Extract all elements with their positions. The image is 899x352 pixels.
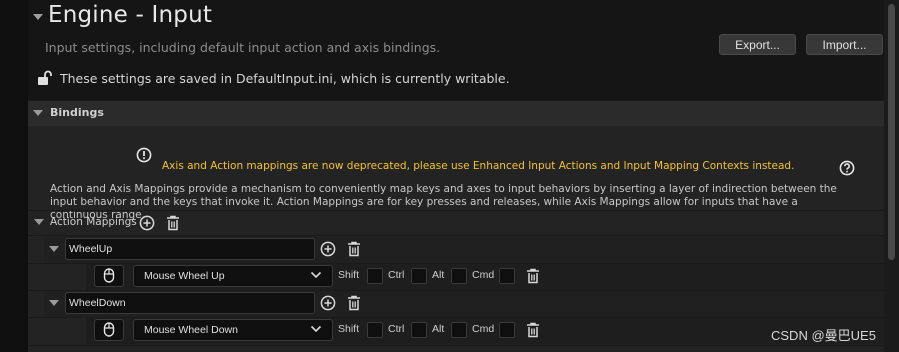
key-select-value: Mouse Wheel Down xyxy=(144,324,238,336)
warning-icon xyxy=(136,147,152,163)
mouse-icon xyxy=(103,322,115,337)
key-select-value: Mouse Wheel Up xyxy=(144,270,225,282)
action-name-input[interactable]: WheelDown xyxy=(65,292,315,314)
help-icon[interactable] xyxy=(839,160,855,176)
shift-checkbox[interactable] xyxy=(367,268,383,284)
delete-action-icon[interactable] xyxy=(347,295,361,311)
action-name-input[interactable]: WheelUp xyxy=(65,238,315,260)
ctrl-label: Ctrl xyxy=(388,323,405,335)
shift-checkbox[interactable] xyxy=(367,322,383,338)
add-key-icon[interactable] xyxy=(320,295,336,311)
delete-key-icon[interactable] xyxy=(526,322,540,338)
key-capture-button[interactable] xyxy=(94,319,124,341)
bindings-collapse-icon[interactable] xyxy=(33,110,43,116)
action-collapse-icon[interactable] xyxy=(49,246,59,252)
key-select[interactable]: Mouse Wheel Down xyxy=(133,319,333,341)
action-mappings-collapse-icon[interactable] xyxy=(34,219,44,225)
shift-label: Shift xyxy=(338,323,360,335)
alt-label: Alt xyxy=(432,323,445,335)
unlock-icon xyxy=(38,70,52,85)
ctrl-checkbox[interactable] xyxy=(411,322,427,338)
cmd-label: Cmd xyxy=(472,323,495,335)
alt-checkbox[interactable] xyxy=(451,268,467,284)
delete-all-mappings-icon[interactable] xyxy=(166,215,180,231)
action-collapse-icon[interactable] xyxy=(49,300,59,306)
deprecation-warning: Axis and Action mappings are now depreca… xyxy=(162,160,795,172)
bindings-section-header[interactable] xyxy=(28,100,884,127)
delete-key-icon[interactable] xyxy=(526,268,540,284)
cmd-checkbox[interactable] xyxy=(499,268,515,284)
add-key-icon[interactable] xyxy=(320,241,336,257)
alt-checkbox[interactable] xyxy=(451,322,467,338)
collapse-arrow-icon[interactable] xyxy=(33,14,43,20)
ctrl-label: Ctrl xyxy=(388,269,405,281)
divider xyxy=(28,345,884,346)
watermark: CSDN @曼巴UE5 xyxy=(771,328,876,343)
config-file-notice: These settings are saved in DefaultInput… xyxy=(60,71,510,86)
page-title: Engine - Input xyxy=(48,2,213,28)
delete-action-icon[interactable] xyxy=(347,241,361,257)
export-button[interactable]: Export... xyxy=(719,34,796,55)
action-mappings-label: Action Mappings xyxy=(50,216,137,228)
mouse-icon xyxy=(103,268,115,283)
ctrl-checkbox[interactable] xyxy=(411,268,427,284)
page-subtitle: Input settings, including default input … xyxy=(45,40,441,55)
chevron-down-icon xyxy=(310,325,322,333)
cmd-label: Cmd xyxy=(472,269,495,281)
key-select[interactable]: Mouse Wheel Up xyxy=(133,265,333,287)
left-gutter xyxy=(0,0,28,352)
key-capture-button[interactable] xyxy=(94,265,124,287)
shift-label: Shift xyxy=(338,269,360,281)
alt-label: Alt xyxy=(432,269,445,281)
import-button[interactable]: Import... xyxy=(806,34,883,55)
chevron-down-icon xyxy=(310,271,322,279)
add-action-mapping-icon[interactable] xyxy=(139,215,155,231)
bindings-section-label: Bindings xyxy=(50,106,104,119)
divider xyxy=(28,210,884,211)
cmd-checkbox[interactable] xyxy=(499,322,515,338)
scrollbar-thumb[interactable] xyxy=(888,4,895,260)
